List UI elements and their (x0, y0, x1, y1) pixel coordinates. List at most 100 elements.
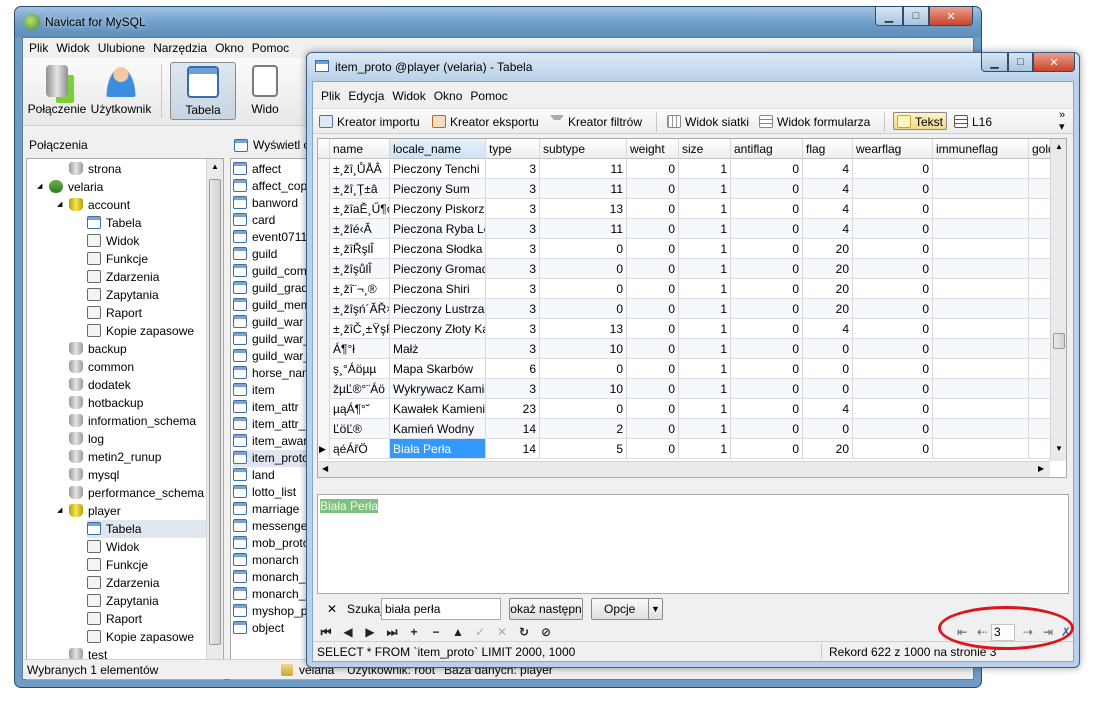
table-cell-wearflag[interactable]: 0 (853, 179, 933, 199)
tree-item[interactable]: Funkcje (87, 556, 148, 574)
object-list-item[interactable]: object (233, 620, 284, 637)
table-cell-locale_name[interactable]: Pieczona Ryba Lo (390, 219, 486, 239)
row-indicator[interactable]: ▶ (318, 439, 330, 459)
scroll-right-arrow-icon[interactable]: ▶ (1038, 464, 1044, 473)
table-cell-size[interactable]: 1 (679, 219, 731, 239)
table-row[interactable]: ±¸žî¸ŮÅÂ Pieczony Tenchi 3 11 0 1 0 4 0 (318, 159, 1066, 179)
table-cell-subtype[interactable]: 0 (540, 279, 627, 299)
main-titlebar[interactable]: Navicat for MySQL ▁ □ ✕ (15, 7, 981, 37)
close-button[interactable]: ✕ (929, 7, 973, 26)
tree-item[interactable]: Kopie zapasowe (87, 628, 194, 646)
table-cell-flag[interactable]: 0 (803, 359, 853, 379)
tree-item[interactable]: Tabela (87, 520, 223, 538)
menu-plik[interactable]: Plik (321, 89, 340, 103)
menu-pomoc[interactable]: Pomoc (252, 41, 289, 55)
menu-okno[interactable]: Okno (434, 89, 463, 103)
tree-item[interactable]: Raport (87, 304, 142, 322)
table-row[interactable]: Á¶°ł Małż 3 10 0 1 0 0 0 (318, 339, 1066, 359)
table-cell-wearflag[interactable]: 0 (853, 379, 933, 399)
table-cell-subtype[interactable]: 0 (540, 359, 627, 379)
table-cell-size[interactable]: 1 (679, 399, 731, 419)
tree-item[interactable]: strona (69, 160, 121, 178)
table-row[interactable]: ĽöĽ® Kamień Wodny 14 2 0 1 0 0 0 (318, 419, 1066, 439)
l16-button[interactable]: L16 (954, 113, 992, 131)
table-cell-type[interactable]: 23 (486, 399, 540, 419)
table-cell-name[interactable]: ±¸žîé‹Ă (330, 219, 390, 239)
add-record-icon[interactable]: + (405, 624, 423, 640)
table-cell-subtype[interactable]: 11 (540, 159, 627, 179)
column-header-size[interactable]: size (679, 139, 731, 159)
table-cell-name[interactable]: ±¸žîşůlÎ (330, 259, 390, 279)
table-cell-name[interactable]: ±¸žîČ¸±ŸşŘ (330, 319, 390, 339)
table-row[interactable]: ±¸žî¨¬¸® Pieczona Shiri 3 0 0 1 0 20 0 (318, 279, 1066, 299)
table-cell-flag[interactable]: 0 (803, 419, 853, 439)
table-cell-immuneflag[interactable] (933, 439, 1029, 459)
table-cell-antiflag[interactable]: 0 (731, 239, 803, 259)
tree-item[interactable]: Zapytania (87, 592, 159, 610)
table-cell-antiflag[interactable]: 0 (731, 339, 803, 359)
table-row[interactable]: ±¸žîŘşlÎ Pieczona Słodka F 3 0 0 1 0 20 0 (318, 239, 1066, 259)
table-row[interactable]: ş¸°Áöµµ Mapa Skarbów 6 0 0 1 0 0 0 (318, 359, 1066, 379)
cancel-icon[interactable]: ✕ (493, 624, 511, 640)
table-cell-immuneflag[interactable] (933, 299, 1029, 319)
table-cell-immuneflag[interactable] (933, 319, 1029, 339)
close-button[interactable]: ✕ (1033, 53, 1075, 72)
menu-edycja[interactable]: Edycja (348, 89, 384, 103)
tree-item[interactable]: log (69, 430, 104, 448)
search-input[interactable]: biała perła (381, 598, 501, 620)
table-cell-antiflag[interactable]: 0 (731, 419, 803, 439)
table-cell-immuneflag[interactable] (933, 359, 1029, 379)
table-cell-antiflag[interactable]: 0 (731, 279, 803, 299)
table-cell-antiflag[interactable]: 0 (731, 359, 803, 379)
menu-plik[interactable]: Plik (29, 41, 48, 55)
table-cell-flag[interactable]: 20 (803, 239, 853, 259)
object-list-item[interactable]: land (233, 467, 275, 484)
table-cell-immuneflag[interactable] (933, 379, 1029, 399)
table-cell-type[interactable]: 3 (486, 319, 540, 339)
text-view-button[interactable]: Tekst (893, 112, 948, 130)
object-list-item[interactable]: horse_nam (233, 365, 312, 382)
table-cell-weight[interactable]: 0 (627, 199, 679, 219)
find-next-button[interactable]: okaż następn (509, 598, 583, 620)
table-cell-type[interactable]: 3 (486, 239, 540, 259)
table-cell-antiflag[interactable]: 0 (731, 219, 803, 239)
table-cell-locale_name[interactable]: Pieczony Lustrzan (390, 299, 486, 319)
row-indicator[interactable] (318, 259, 330, 279)
table-cell-locale_name[interactable]: Małż (390, 339, 486, 359)
object-list-item[interactable]: guild_grad (233, 280, 308, 297)
table-cell-antiflag[interactable]: 0 (731, 439, 803, 459)
form-view-button[interactable]: Widok formularza (759, 113, 870, 131)
row-indicator[interactable] (318, 359, 330, 379)
table-cell-type[interactable]: 3 (486, 179, 540, 199)
table-cell-type[interactable]: 3 (486, 379, 540, 399)
table-cell-subtype[interactable]: 11 (540, 179, 627, 199)
table-cell-flag[interactable]: 4 (803, 159, 853, 179)
object-list-item[interactable]: banword (233, 195, 298, 212)
table-cell-wearflag[interactable]: 0 (853, 159, 933, 179)
table-cell-weight[interactable]: 0 (627, 159, 679, 179)
table-cell-weight[interactable]: 0 (627, 239, 679, 259)
table-cell-weight[interactable]: 0 (627, 439, 679, 459)
user-button[interactable]: Użytkownik (89, 62, 153, 120)
table-cell-subtype[interactable]: 0 (540, 239, 627, 259)
table-cell-antiflag[interactable]: 0 (731, 179, 803, 199)
tree-item[interactable]: Raport (87, 610, 142, 628)
table-cell-type[interactable]: 3 (486, 199, 540, 219)
tree-item[interactable]: Tabela (87, 214, 141, 232)
minimize-button[interactable]: ▁ (981, 53, 1008, 72)
table-cell-type[interactable]: 14 (486, 419, 540, 439)
object-list-item[interactable]: guild (233, 246, 277, 263)
row-indicator[interactable] (318, 419, 330, 439)
table-cell-name[interactable]: ±¸žîŘşlÎ (330, 239, 390, 259)
scroll-down-arrow-icon[interactable]: ▼ (1055, 444, 1063, 453)
menu-widok[interactable]: Widok (56, 41, 89, 55)
expand-arrow-icon[interactable]: ◢ (37, 178, 42, 196)
object-list-item[interactable]: affect_copy (233, 178, 313, 195)
table-cell-antiflag[interactable]: 0 (731, 299, 803, 319)
table-cell-wearflag[interactable]: 0 (853, 219, 933, 239)
menu-okno[interactable]: Okno (215, 41, 244, 55)
table-cell-weight[interactable]: 0 (627, 339, 679, 359)
table-cell-type[interactable]: 6 (486, 359, 540, 379)
row-indicator[interactable] (318, 299, 330, 319)
table-cell-immuneflag[interactable] (933, 279, 1029, 299)
